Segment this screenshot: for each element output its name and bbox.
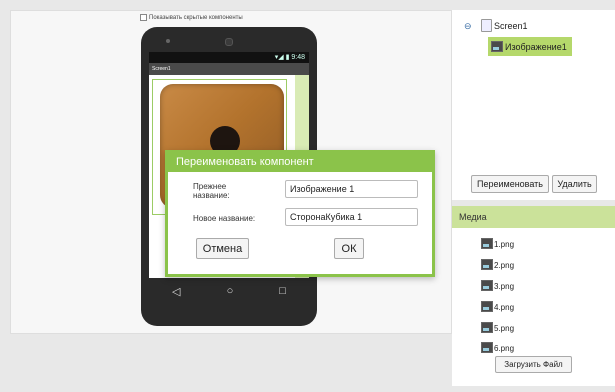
upload-file-button[interactable]: Загрузить Файл	[495, 356, 572, 373]
screen-icon	[481, 19, 492, 32]
image-icon	[481, 238, 493, 249]
recents-icon: □	[279, 285, 286, 297]
phone-speaker	[166, 39, 170, 43]
old-name-field[interactable]	[285, 180, 418, 198]
media-item[interactable]: 1.png	[481, 238, 514, 249]
media-file-name: 6.png	[494, 344, 515, 353]
image-icon	[481, 342, 493, 353]
checkbox[interactable]	[140, 14, 147, 21]
new-name-field[interactable]	[285, 208, 418, 226]
signal-icon: ▾◢	[274, 54, 284, 61]
back-icon: ◁	[172, 285, 181, 298]
show-hidden-label: Показывать скрытые компоненты	[149, 14, 243, 21]
screen-title-bar: Screen1	[149, 63, 309, 75]
phone-status-bar: ▾◢ ▮ 9:48	[149, 52, 309, 63]
rename-button[interactable]: Переименовать	[471, 175, 549, 193]
media-file-name: 1.png	[494, 240, 515, 249]
media-file-name: 4.png	[494, 303, 515, 312]
components-panel: ⊖ Screen1 Изображение1 Переименовать Уда…	[452, 10, 615, 200]
cancel-button[interactable]: Отмена	[196, 238, 249, 259]
screen-title: Screen1	[152, 66, 171, 72]
new-name-label: Новое название:	[193, 214, 256, 223]
media-item[interactable]: 4.png	[481, 301, 514, 312]
media-file-name: 3.png	[494, 282, 515, 291]
old-name-label: Прежнее название:	[193, 182, 230, 200]
media-item[interactable]: 5.png	[481, 322, 514, 333]
media-panel: Медиа 1.png 2.png 3.png 4.png 5.png 6.pn…	[452, 206, 615, 386]
tree-item-image1[interactable]: Изображение1	[488, 37, 572, 56]
show-hidden-checkbox-row[interactable]: Показывать скрытые компоненты	[140, 14, 243, 21]
phone-nav-bar: ◁ ○ □	[149, 278, 309, 304]
delete-button[interactable]: Удалить	[552, 175, 597, 193]
image-icon	[481, 301, 493, 312]
media-header: Медиа	[452, 206, 615, 228]
media-item[interactable]: 2.png	[481, 259, 514, 270]
tree-root-label[interactable]: Screen1	[494, 21, 528, 31]
media-item[interactable]: 3.png	[481, 280, 514, 291]
phone-camera	[225, 38, 233, 46]
image-icon	[481, 280, 493, 291]
media-file-name: 2.png	[494, 261, 515, 270]
media-item[interactable]: 6.png	[481, 342, 514, 353]
status-time: 9:48	[291, 54, 305, 61]
image-icon	[481, 259, 493, 270]
media-file-name: 5.png	[494, 324, 515, 333]
tree-item-label: Изображение1	[505, 41, 567, 52]
collapse-icon[interactable]: ⊖	[464, 21, 472, 32]
image-icon	[481, 322, 493, 333]
image-icon	[491, 41, 503, 52]
home-icon: ○	[226, 285, 234, 297]
rename-dialog: Переименовать компонент Прежнее название…	[165, 150, 435, 277]
ok-button[interactable]: ОК	[334, 238, 364, 259]
dialog-title: Переименовать компонент	[168, 153, 432, 172]
battery-icon: ▮	[285, 54, 290, 61]
